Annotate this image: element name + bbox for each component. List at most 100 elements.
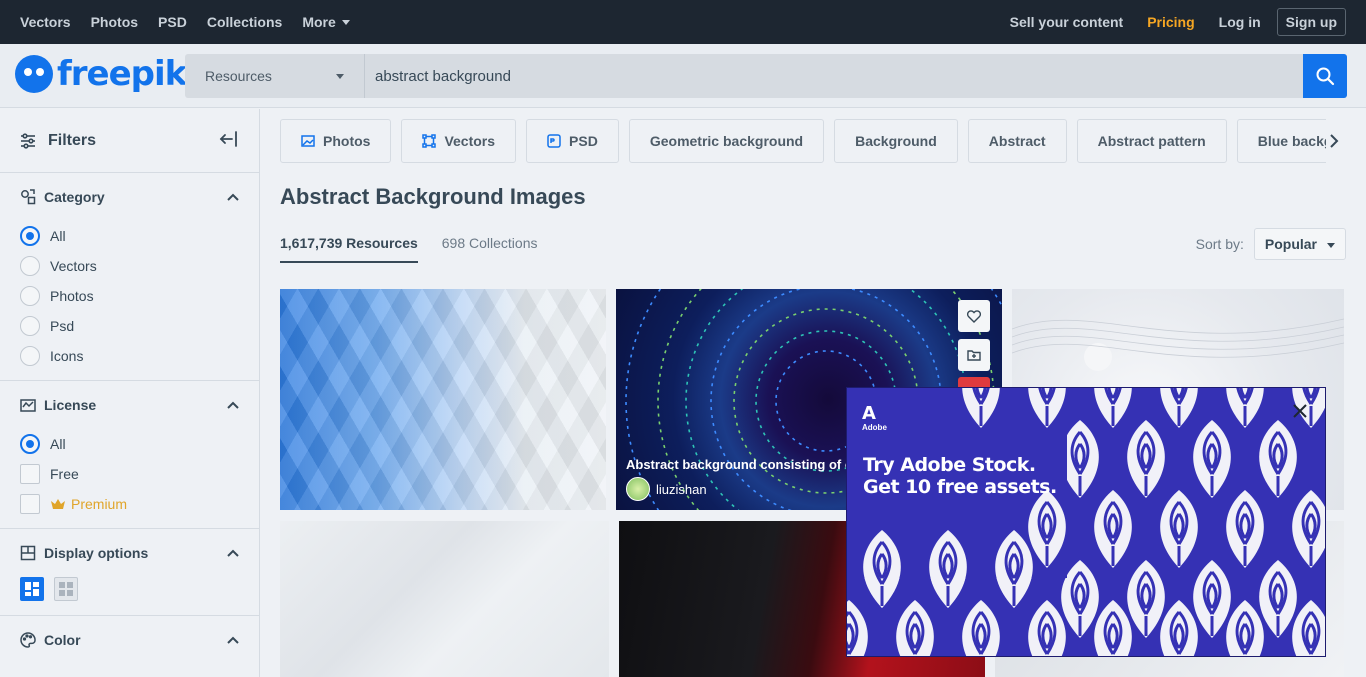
masonry-view-button[interactable]	[20, 577, 44, 601]
search-header: freepik Resources	[0, 44, 1366, 108]
signup-button[interactable]: Sign up	[1276, 8, 1346, 36]
crown-icon	[51, 499, 65, 509]
premium-text: Premium	[71, 496, 128, 512]
display-options: Display options	[0, 529, 259, 616]
filters-header: Filters	[0, 109, 259, 173]
leaf-pattern-graphic	[847, 388, 1325, 656]
license-option-label: All	[50, 436, 66, 452]
chip-label: PSD	[569, 133, 598, 149]
radio[interactable]	[20, 316, 40, 336]
display-options-label: Display options	[44, 545, 149, 561]
heart-icon	[967, 309, 981, 323]
sell-content-link[interactable]: Sell your content	[1010, 14, 1124, 30]
search-button[interactable]	[1303, 54, 1347, 98]
chip-photos[interactable]: Photos	[280, 119, 392, 163]
filters-icon	[21, 132, 35, 149]
chevron-up-icon[interactable]	[227, 401, 239, 409]
ad-headline: Try Adobe Stock. Get 10 free assets.	[863, 454, 1057, 498]
adobe-stock-ad[interactable]: A Adobe Try Adobe Stock. Get 10 free ass…	[846, 387, 1326, 657]
chip-vectors[interactable]: Vectors	[401, 119, 517, 163]
nav-vectors[interactable]: Vectors	[20, 14, 71, 30]
chevron-up-icon[interactable]	[227, 549, 239, 557]
freepik-mascot-icon	[15, 55, 53, 93]
sort-label: Sort by:	[1195, 236, 1244, 252]
category-option-psd[interactable]: Psd	[20, 311, 239, 341]
adobe-logo: A Adobe	[862, 405, 887, 433]
palette-icon	[20, 632, 36, 648]
category-option-label: Vectors	[50, 258, 97, 274]
checkbox[interactable]	[20, 494, 40, 514]
image-author[interactable]: liuzishan	[626, 477, 707, 501]
search-input[interactable]	[365, 54, 1303, 98]
radio-selected[interactable]	[20, 434, 40, 454]
masonry-icon	[25, 582, 39, 596]
nav-photos[interactable]: Photos	[91, 14, 138, 30]
image-caption: Abstract background consisting of c	[626, 457, 853, 472]
display-toggle	[20, 577, 239, 615]
like-button[interactable]	[958, 300, 990, 332]
chip-geometric-background[interactable]: Geometric background	[628, 119, 825, 163]
sort-select[interactable]: Popular	[1253, 228, 1346, 260]
category-option-icons[interactable]: Icons	[20, 341, 239, 371]
radio[interactable]	[20, 346, 40, 366]
collapse-sidebar-icon[interactable]	[219, 131, 237, 147]
premium-label: Premium	[50, 496, 127, 512]
grid-icon	[59, 582, 73, 596]
radio-selected[interactable]	[20, 226, 40, 246]
chip-background[interactable]: Background	[834, 119, 958, 163]
result-image[interactable]	[280, 521, 609, 677]
chevron-right-icon[interactable]	[1329, 133, 1339, 149]
result-tabs: 1,617,739 Resources 698 Collections	[280, 235, 562, 263]
nav-psd[interactable]: PSD	[158, 14, 187, 30]
chip-blue-background[interactable]: Blue backgr	[1236, 119, 1326, 163]
category-option-label: Psd	[50, 318, 75, 334]
login-link[interactable]: Log in	[1219, 14, 1261, 30]
category-option-vectors[interactable]: Vectors	[20, 251, 239, 281]
chip-abstract[interactable]: Abstract	[967, 119, 1067, 163]
freepik-logo[interactable]: freepik	[15, 54, 187, 94]
license-option-all[interactable]: All	[20, 429, 239, 459]
license-option-premium[interactable]: Premium	[20, 489, 239, 519]
color-header[interactable]: Color	[20, 616, 239, 664]
tab-collections[interactable]: 698 Collections	[442, 235, 538, 263]
search-icon	[1316, 67, 1335, 86]
filters-sidebar: Filters Category All Vectors Photos Psd …	[0, 109, 260, 677]
category-option-photos[interactable]: Photos	[20, 281, 239, 311]
chip-psd[interactable]: PSD	[526, 119, 619, 163]
category-header[interactable]: Category	[20, 173, 239, 221]
radio[interactable]	[20, 256, 40, 276]
resource-type-select[interactable]: Resources	[185, 54, 365, 98]
pricing-link[interactable]: Pricing	[1147, 14, 1194, 30]
nav-more[interactable]: More	[302, 14, 350, 30]
chevron-up-icon[interactable]	[227, 193, 239, 201]
filters-title: Filters	[48, 131, 97, 149]
page-title: Abstract Background Images	[280, 184, 586, 209]
category-option-label: Photos	[50, 288, 94, 304]
category-option-all[interactable]: All	[20, 221, 239, 251]
photo-icon	[301, 135, 315, 147]
license-header[interactable]: License	[20, 381, 239, 429]
top-nav-account: Sell your content Pricing Log in Sign up	[986, 0, 1346, 44]
display-options-header[interactable]: Display options	[20, 529, 239, 577]
license-filter: License All Free Premium	[0, 381, 259, 529]
logo-text: freepik	[57, 54, 187, 94]
add-to-collection-button[interactable]	[958, 339, 990, 371]
license-option-label: Free	[50, 466, 79, 482]
author-avatar	[626, 477, 650, 501]
result-image[interactable]	[280, 289, 606, 510]
license-label: License	[44, 397, 97, 413]
chevron-up-icon[interactable]	[227, 636, 239, 644]
nav-collections[interactable]: Collections	[207, 14, 282, 30]
nav-more-label: More	[302, 14, 336, 30]
radio[interactable]	[20, 286, 40, 306]
license-option-free[interactable]: Free	[20, 459, 239, 489]
grid-view-button[interactable]	[54, 577, 78, 601]
chip-abstract-pattern[interactable]: Abstract pattern	[1076, 119, 1227, 163]
tab-resources[interactable]: 1,617,739 Resources	[280, 235, 418, 263]
checkbox[interactable]	[20, 464, 40, 484]
adobe-brand-text: Adobe	[862, 423, 887, 432]
category-label: Category	[44, 189, 105, 205]
close-icon[interactable]	[1293, 404, 1307, 418]
psd-icon	[547, 134, 561, 148]
caret-down-icon	[341, 19, 350, 25]
